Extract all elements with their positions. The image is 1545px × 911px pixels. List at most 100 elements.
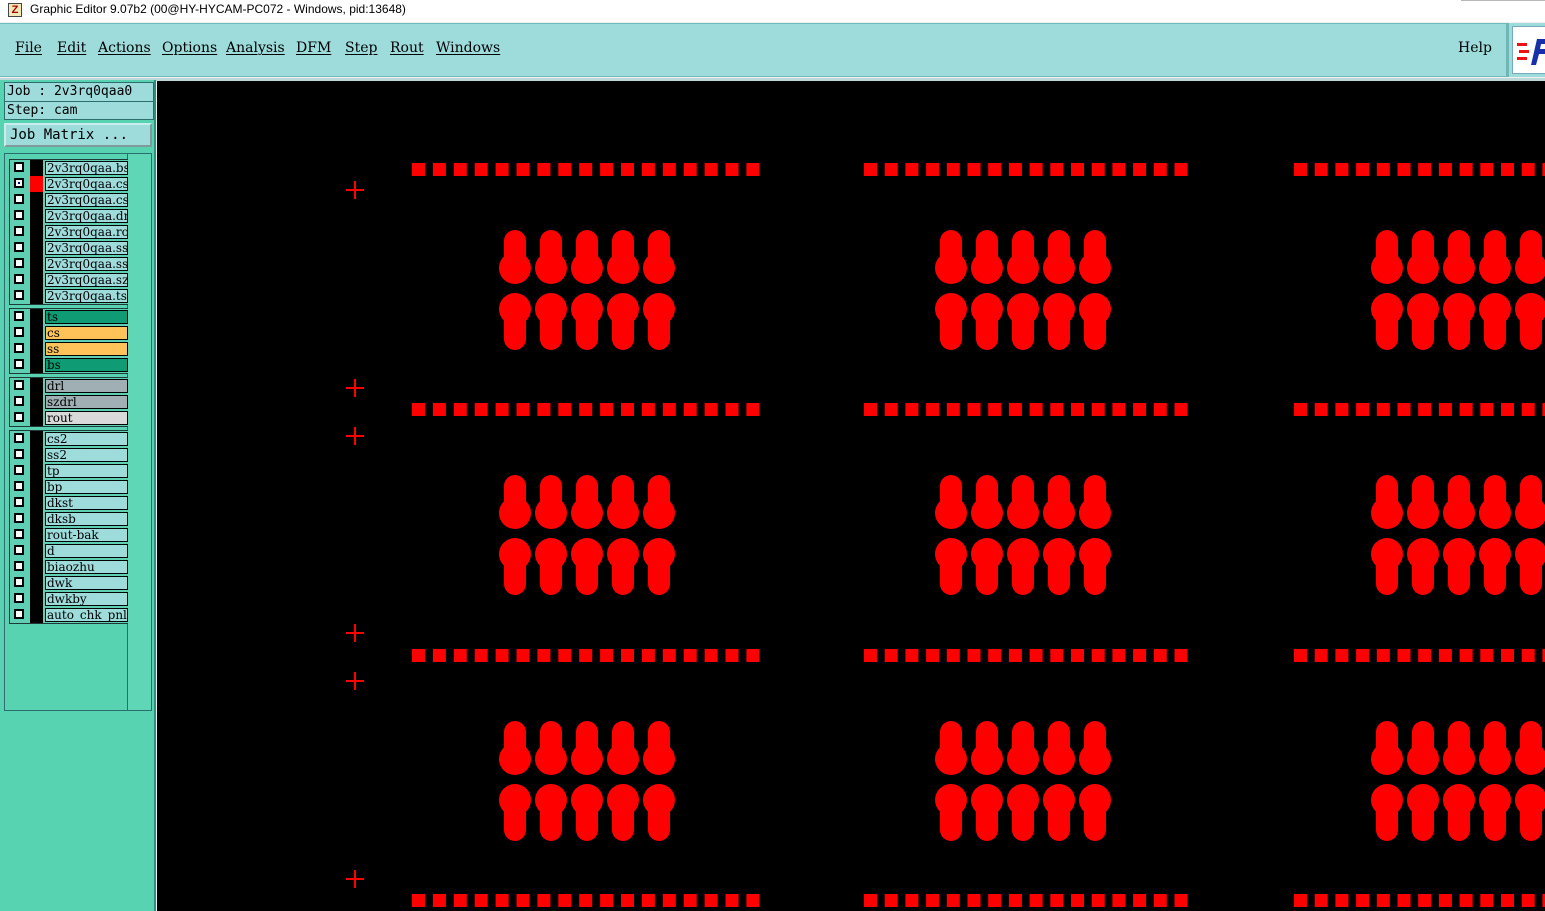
layer-row[interactable]: 2v3rq0qaa.ss xyxy=(10,240,128,256)
layer-display-swatch[interactable] xyxy=(30,160,43,176)
layer-row[interactable]: bp xyxy=(10,479,128,495)
layer-name[interactable]: ss2 xyxy=(45,448,128,462)
layer-row[interactable]: ts xyxy=(10,309,128,325)
layer-display-swatch[interactable] xyxy=(30,463,43,479)
layer-name[interactable]: 2v3rq0qaa.ts xyxy=(45,289,128,303)
layer-affect-checkbox[interactable] xyxy=(14,258,24,268)
layer-affect-checkbox[interactable] xyxy=(14,210,24,220)
menu-analysis[interactable]: Analysis xyxy=(226,40,285,56)
layer-row[interactable]: ss2 xyxy=(10,447,128,463)
layer-row[interactable]: 2v3rq0qaa.ts xyxy=(10,288,128,304)
layer-affect-checkbox[interactable] xyxy=(14,545,24,555)
layer-display-swatch[interactable] xyxy=(30,543,43,559)
layer-affect-checkbox[interactable] xyxy=(14,178,24,188)
layer-row[interactable]: biaozhu xyxy=(10,559,128,575)
layer-affect-checkbox[interactable] xyxy=(14,412,24,422)
layer-affect-checkbox[interactable] xyxy=(14,609,24,619)
layer-name[interactable]: ts xyxy=(45,310,128,324)
layer-display-swatch[interactable] xyxy=(30,288,43,304)
layer-display-swatch[interactable] xyxy=(30,341,43,357)
layer-list-scroll-strip[interactable] xyxy=(128,153,152,711)
layer-affect-checkbox[interactable] xyxy=(14,162,24,172)
layer-name[interactable]: biaozhu xyxy=(45,560,128,574)
layer-name[interactable]: 2v3rq0qaa.ro xyxy=(45,225,128,239)
layer-row[interactable]: d xyxy=(10,543,128,559)
layer-name[interactable]: bs xyxy=(45,358,128,372)
layer-display-swatch[interactable] xyxy=(30,192,43,208)
layer-name[interactable]: 2v3rq0qaa.bs xyxy=(45,161,128,175)
layer-affect-checkbox[interactable] xyxy=(14,359,24,369)
layer-display-swatch[interactable] xyxy=(30,378,43,394)
menu-dfm[interactable]: DFM xyxy=(296,40,331,56)
layer-affect-checkbox[interactable] xyxy=(14,497,24,507)
graphic-canvas[interactable] xyxy=(157,81,1545,911)
layer-affect-checkbox[interactable] xyxy=(14,577,24,587)
layer-display-swatch[interactable] xyxy=(30,176,43,192)
layer-affect-checkbox[interactable] xyxy=(14,593,24,603)
layer-name[interactable]: szdrl xyxy=(45,395,128,409)
layer-affect-checkbox[interactable] xyxy=(14,465,24,475)
menu-actions[interactable]: Actions xyxy=(98,40,151,56)
layer-affect-checkbox[interactable] xyxy=(14,380,24,390)
layer-display-swatch[interactable] xyxy=(30,495,43,511)
menu-edit[interactable]: Edit xyxy=(57,40,86,56)
layer-name[interactable]: auto_chk_pnl xyxy=(45,608,128,622)
layer-affect-checkbox[interactable] xyxy=(14,194,24,204)
menu-rout[interactable]: Rout xyxy=(390,40,424,56)
layer-name[interactable]: 2v3rq0qaa.ss xyxy=(45,241,128,255)
menu-step[interactable]: Step xyxy=(345,40,377,56)
layer-row[interactable]: dwk xyxy=(10,575,128,591)
layer-name[interactable]: 2v3rq0qaa.sz xyxy=(45,273,128,287)
layer-name[interactable]: cs2 xyxy=(45,432,128,446)
layer-display-swatch[interactable] xyxy=(30,431,43,447)
job-matrix-button[interactable]: Job Matrix ... xyxy=(4,123,152,147)
menu-help[interactable]: Help xyxy=(1458,40,1492,56)
layer-name[interactable]: drl xyxy=(45,379,128,393)
layer-display-swatch[interactable] xyxy=(30,591,43,607)
layer-display-swatch[interactable] xyxy=(30,527,43,543)
layer-row[interactable]: drl xyxy=(10,378,128,394)
menu-options[interactable]: Options xyxy=(162,40,217,56)
layer-row[interactable]: tp xyxy=(10,463,128,479)
layer-affect-checkbox[interactable] xyxy=(14,327,24,337)
layer-row[interactable]: 2v3rq0qaa.ro xyxy=(10,224,128,240)
layer-display-swatch[interactable] xyxy=(30,575,43,591)
layer-display-swatch[interactable] xyxy=(30,559,43,575)
layer-row[interactable]: 2v3rq0qaa.bs xyxy=(10,160,128,176)
layer-name[interactable]: 2v3rq0qaa.dr xyxy=(45,209,128,223)
layer-affect-checkbox[interactable] xyxy=(14,513,24,523)
layer-affect-checkbox[interactable] xyxy=(14,529,24,539)
layer-display-swatch[interactable] xyxy=(30,394,43,410)
layer-affect-checkbox[interactable] xyxy=(14,396,24,406)
layer-name[interactable]: dksb xyxy=(45,512,128,526)
layer-display-swatch[interactable] xyxy=(30,256,43,272)
layer-name[interactable]: bp xyxy=(45,480,128,494)
layer-row[interactable]: 2v3rq0qaa.ss xyxy=(10,256,128,272)
layer-row[interactable]: auto_chk_pnl xyxy=(10,607,128,623)
layer-row[interactable]: cs2 xyxy=(10,431,128,447)
layer-row[interactable]: szdrl xyxy=(10,394,128,410)
layer-name[interactable]: 2v3rq0qaa.cs xyxy=(45,193,128,207)
layer-row[interactable]: 2v3rq0qaa.cs xyxy=(10,176,128,192)
layer-affect-checkbox[interactable] xyxy=(14,561,24,571)
layer-affect-checkbox[interactable] xyxy=(14,290,24,300)
layer-affect-checkbox[interactable] xyxy=(14,311,24,321)
layer-name[interactable]: dkst xyxy=(45,496,128,510)
layer-display-swatch[interactable] xyxy=(30,447,43,463)
layer-name[interactable]: 2v3rq0qaa.cs xyxy=(45,177,128,191)
layer-row[interactable]: cs xyxy=(10,325,128,341)
layer-name[interactable]: rout xyxy=(45,411,128,425)
layer-display-swatch[interactable] xyxy=(30,208,43,224)
layer-affect-checkbox[interactable] xyxy=(14,226,24,236)
layer-row[interactable]: 2v3rq0qaa.cs xyxy=(10,192,128,208)
layer-display-swatch[interactable] xyxy=(30,309,43,325)
layer-display-swatch[interactable] xyxy=(30,272,43,288)
layer-affect-checkbox[interactable] xyxy=(14,481,24,491)
layer-display-swatch[interactable] xyxy=(30,224,43,240)
layer-affect-checkbox[interactable] xyxy=(14,242,24,252)
layer-affect-checkbox[interactable] xyxy=(14,433,24,443)
board-view[interactable] xyxy=(157,81,1545,911)
layer-row[interactable]: dksb xyxy=(10,511,128,527)
layer-row[interactable]: rout-bak xyxy=(10,527,128,543)
layer-display-swatch[interactable] xyxy=(30,410,43,426)
